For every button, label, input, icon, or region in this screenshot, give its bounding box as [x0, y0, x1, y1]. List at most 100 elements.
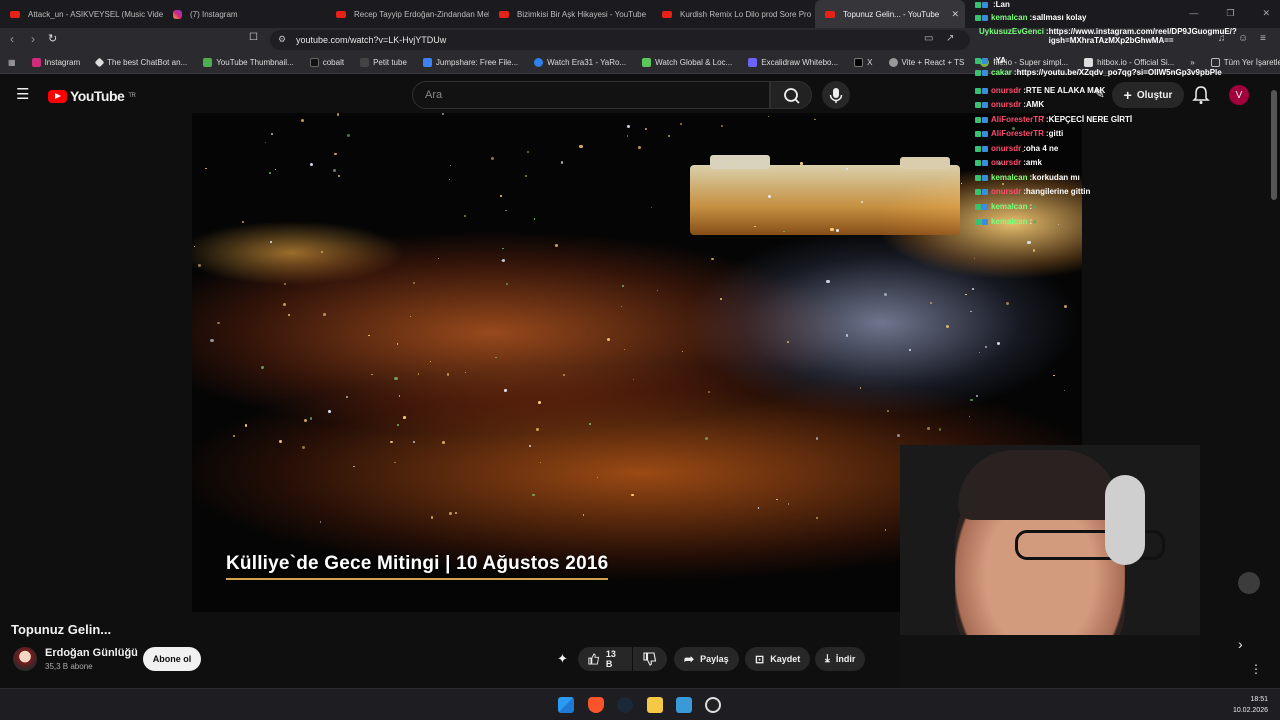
page-scrollbar[interactable] — [1271, 90, 1277, 200]
obs-icon[interactable] — [705, 697, 721, 713]
close-tab-icon[interactable]: ✕ — [951, 9, 959, 20]
browser-tab[interactable]: Kurdish Remix Lo Dilo prod Sore Pro — [652, 0, 815, 28]
bookmark-item[interactable]: Watch Era31 - YaRo... — [526, 58, 634, 67]
light-point — [500, 195, 502, 198]
chevron-right-icon[interactable]: › — [1238, 636, 1243, 652]
file-explorer-icon[interactable] — [647, 697, 663, 713]
hamburger-menu-icon[interactable]: ☰ — [16, 85, 29, 103]
system-clock[interactable]: 18:51 10.02.2026 — [1233, 694, 1268, 716]
save-button[interactable]: ⊡ Kaydet — [745, 647, 811, 671]
chat-username[interactable]: onursdr — [991, 86, 1021, 95]
share-button[interactable]: ➦ Paylaş — [674, 647, 739, 671]
light-point — [502, 247, 504, 250]
video-caption: Külliye`de Gece Mitingi | 10 Ağustos 201… — [226, 553, 609, 580]
chat-username[interactable]: kemalcan — [991, 173, 1027, 182]
minimize-icon[interactable]: — — [1189, 8, 1198, 19]
subscribe-button[interactable]: Abone ol — [143, 647, 201, 671]
bookmark-item[interactable]: Petit tube — [352, 58, 415, 67]
menu-icon[interactable]: ≡ — [1260, 33, 1266, 44]
windows-start-icon[interactable] — [558, 697, 574, 713]
browser-tab-active[interactable]: Topunuz Gelin... - YouTube ✕ — [815, 0, 965, 28]
light-point — [346, 396, 349, 398]
search-input[interactable]: Ara — [412, 81, 770, 109]
site-settings-icon[interactable]: ⚙ — [278, 34, 286, 45]
bookmark-item[interactable]: The best ChatBot an... — [88, 57, 195, 68]
light-point — [620, 305, 622, 307]
browser-tab[interactable]: (7) Instagram — [163, 0, 326, 28]
cast-icon[interactable]: ▭ — [924, 33, 933, 44]
chat-username[interactable]: cakar — [991, 68, 1012, 77]
chat-text: https://youtu.be/XZqdv_po7qg?si=OllW5nGp… — [1016, 68, 1222, 77]
bookmark-item[interactable]: YouTube Thumbnail... — [195, 58, 302, 67]
search-button[interactable] — [770, 81, 812, 109]
light-point — [589, 423, 592, 426]
browser-tab[interactable]: Attack_un - ASIKVEYSEL (Music Video) — [0, 0, 163, 28]
light-point — [193, 245, 196, 248]
chat-username[interactable]: onursdr — [991, 100, 1021, 109]
bookmark-item[interactable]: Vite + React + TS — [881, 58, 973, 67]
more-options-icon[interactable]: ⋮ — [1250, 662, 1262, 676]
share-icon[interactable]: ↗ — [946, 33, 954, 44]
reload-icon[interactable]: ↻ — [48, 32, 57, 45]
profile-icon[interactable]: ☺ — [1238, 33, 1248, 44]
like-button[interactable]: 13 B — [578, 647, 632, 671]
download-button[interactable]: ⤓ İndir — [815, 647, 866, 671]
dislike-button[interactable] — [633, 647, 667, 671]
browser-tab[interactable]: Bizimkisi Bir Aşk Hikayesi - YouTube — [489, 0, 652, 28]
steam-icon[interactable] — [617, 697, 633, 713]
forward-icon[interactable]: › — [31, 32, 35, 46]
bookmark-item[interactable]: Watch Global & Loc... — [634, 58, 740, 67]
chat-username[interactable]: kemalcan — [991, 13, 1027, 22]
notifications-button[interactable] — [1192, 85, 1210, 110]
bookmark-item[interactable]: cobalt — [302, 58, 352, 67]
bookmark-item[interactable]: Jumpshare: Free File... — [415, 58, 526, 67]
light-point — [830, 227, 834, 232]
youtube-logo[interactable]: YouTube TR — [48, 88, 136, 104]
chat-username[interactable]: onursdr — [991, 158, 1021, 167]
chat-username[interactable]: AliForesterTR — [991, 115, 1044, 124]
bookmark-item[interactable]: Instagram — [24, 58, 89, 67]
bookmark-item[interactable]: hitbox.io - Official Si... — [1076, 58, 1182, 67]
chat-message: kemalcan: ◕ — [975, 202, 1037, 211]
chat-username[interactable]: onursdr — [991, 187, 1021, 196]
close-window-icon[interactable]: ✕ — [1262, 8, 1270, 19]
light-point — [261, 366, 265, 370]
bookmark-icon[interactable]: ☐ — [249, 32, 258, 43]
chat-username[interactable]: kemalcan — [991, 217, 1027, 226]
all-bookmarks[interactable]: Tüm Yer İşaretleri — [1203, 58, 1280, 67]
taskbar: 18:51 10.02.2026 — [0, 688, 1280, 720]
bookmark-item[interactable]: Excalidraw Whitebo... — [740, 58, 846, 67]
channel-name[interactable]: Erdoğan Günlüğü — [45, 647, 138, 659]
chat-username[interactable]: kemalcan — [991, 202, 1027, 211]
mic-icon — [829, 88, 843, 103]
back-icon[interactable]: ‹ — [10, 32, 14, 46]
light-point — [975, 395, 978, 398]
sparkle-icon[interactable]: ✦ — [557, 651, 568, 667]
light-point — [767, 116, 769, 118]
light-point — [447, 373, 450, 376]
apps-icon[interactable]: ▦ — [0, 58, 24, 67]
light-point — [929, 302, 932, 305]
light-point — [464, 371, 466, 373]
chat-username[interactable]: AliForesterTR — [991, 129, 1044, 138]
browser-tab[interactable]: Recep Tayyip Erdoğan-Zindandan Mek — [326, 0, 489, 28]
channel-avatar[interactable] — [13, 647, 37, 671]
channel-watermark[interactable] — [1238, 572, 1260, 594]
chat-username[interactable]: UykusuzEvGenci — [979, 27, 1044, 36]
brave-browser-icon[interactable] — [588, 697, 604, 713]
url-bar[interactable]: ⚙ youtube.com/watch?v=LK-HvjYTDUw — [270, 30, 970, 50]
light-point — [787, 503, 790, 505]
light-point — [787, 341, 789, 343]
light-point — [768, 194, 772, 198]
bookmark-item[interactable]: X — [846, 58, 880, 67]
light-point — [389, 440, 393, 444]
create-button[interactable]: + Oluştur — [1112, 82, 1184, 108]
photos-icon[interactable] — [676, 697, 692, 713]
moderator-badge-icon — [975, 174, 981, 181]
bookmarks-overflow-button[interactable]: » — [1182, 58, 1202, 67]
voice-search-button[interactable] — [822, 81, 850, 109]
maximize-icon[interactable]: ❐ — [1226, 8, 1234, 19]
avatar[interactable]: V — [1229, 85, 1249, 105]
subscriber-badge-icon — [982, 145, 988, 152]
chat-username[interactable]: onursdr — [991, 144, 1021, 153]
